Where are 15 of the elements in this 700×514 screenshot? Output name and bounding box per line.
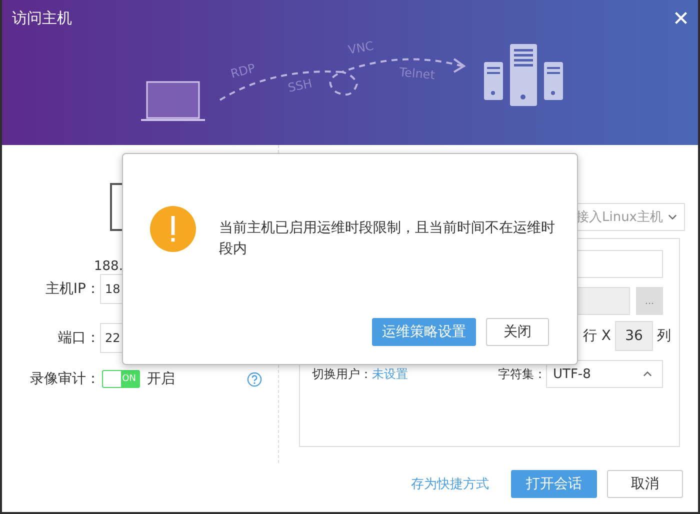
host-address: 188.: [94, 259, 124, 274]
field-label: 主机IP：: [44, 280, 100, 298]
field-label: 录像审计：: [29, 370, 100, 388]
toggle-status: 开启: [147, 370, 175, 388]
protocol-label: SSH: [286, 76, 314, 95]
alert-message: 当前主机已启用运维时段限制，且当前时间不在运维时段内: [219, 219, 556, 259]
columns-label: 列: [657, 327, 671, 345]
rows-label: 行 X: [582, 327, 611, 345]
protocol-label: Telnet: [398, 65, 436, 82]
switch-user-label: 切换用户：: [312, 366, 372, 382]
protocol-label: VNC: [347, 38, 375, 57]
field-label: 端口：: [57, 329, 100, 347]
protocol-label: RDP: [229, 60, 257, 81]
charset-label: 字符集：: [498, 366, 546, 382]
window-title: 访问主机: [12, 9, 72, 28]
